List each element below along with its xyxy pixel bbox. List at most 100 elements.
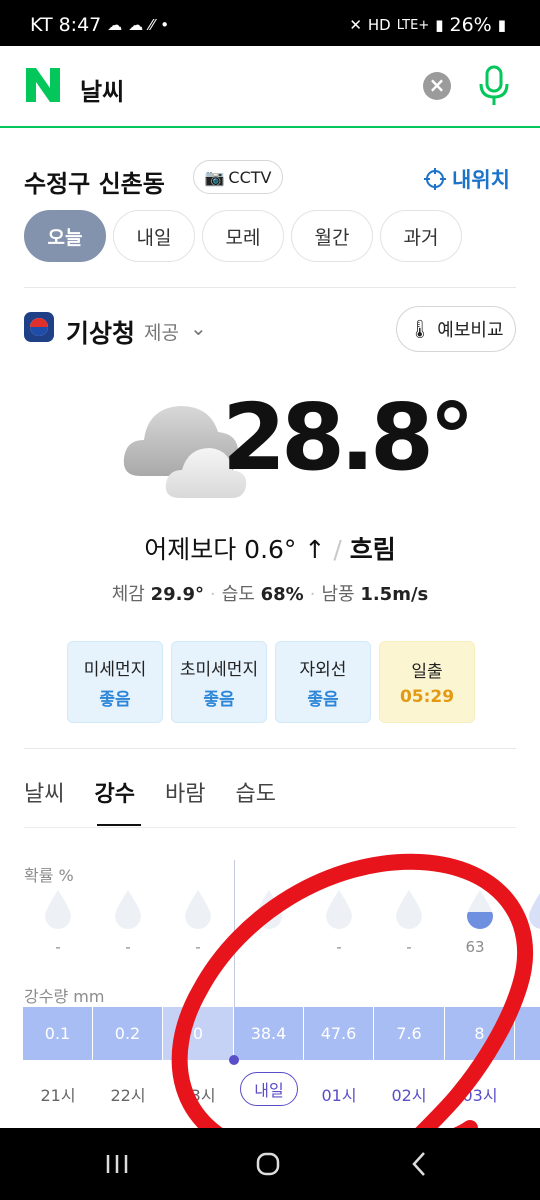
weather-summary: 어제보다 0.6° ↑ / 흐림 [144, 535, 396, 564]
card-value: 좋음 [203, 689, 235, 710]
thermometer-icon: 🌡 [408, 318, 432, 340]
status-bar: KT 8:47 ☁ ☁ ⁄⁄ • ✕ HD LTE+ ▮ 26% ▮ [0, 0, 540, 46]
raindrop-icon [529, 893, 540, 929]
time-label: 02시 [391, 1086, 427, 1105]
current-time-marker [229, 1055, 239, 1065]
weather-icon: ☁ [128, 16, 144, 34]
tab-weather[interactable]: 날씨 [24, 776, 64, 808]
prob-value: - [336, 938, 342, 956]
probability-label: 확률 % [24, 866, 74, 885]
network-label: LTE+ [396, 17, 430, 33]
card-value: 05:29 [399, 687, 455, 707]
current-temperature: 28.8° [222, 384, 475, 491]
tomorrow-pill: 내일 [240, 1072, 298, 1106]
carrier-label: KT [30, 14, 53, 36]
card-label: 일출 [411, 662, 443, 682]
search-header: 날씨 × [0, 46, 540, 128]
uv-card[interactable]: 자외선 좋음 [275, 641, 371, 723]
precip-bar: 0.1 [23, 1007, 92, 1060]
feels-like-label: 체감 [111, 584, 145, 605]
back-button[interactable] [394, 1146, 444, 1182]
raindrop-icon [45, 890, 71, 929]
cctv-button[interactable]: 📷 CCTV [193, 160, 283, 194]
tab-monthly[interactable]: 월간 [291, 210, 373, 262]
tab-today[interactable]: 오늘 [24, 210, 106, 262]
amount-label: 강수량 mm [24, 987, 105, 1006]
rain-icon: ⁄⁄ [149, 16, 155, 34]
sunrise-card[interactable]: 일출 05:29 [379, 641, 475, 723]
active-tab-indicator [97, 824, 141, 826]
tab-precipitation[interactable]: 강수 [94, 776, 134, 808]
time-label: 21시 [40, 1086, 76, 1105]
time-label: 03시 [462, 1086, 498, 1105]
mic-icon[interactable] [476, 64, 512, 108]
search-input[interactable]: 날씨 [80, 72, 124, 107]
fine-dust-card[interactable]: 미세먼지 좋음 [67, 641, 163, 723]
air-quality-cards: 미세먼지 좋음 초미세먼지 좋음 자외선 좋음 일출 05:29 [67, 641, 475, 723]
forecast-compare-label: 예보비교 [437, 320, 504, 341]
kma-logo-icon [24, 312, 54, 342]
my-location-button[interactable]: 내위치 [424, 164, 510, 194]
prob-value: 6 [520, 938, 530, 956]
recent-apps-icon [106, 1155, 128, 1173]
weather-details: 체감 29.9° · 습도 68% · 남풍 1.5m/s [111, 584, 429, 605]
humidity-value: 68% [260, 584, 304, 605]
forecast-compare-button[interactable]: 🌡 예보비교 [396, 306, 516, 352]
precip-bar: 7.6 [374, 1007, 444, 1060]
prob-value: - [195, 938, 201, 956]
raindrop-icon [326, 890, 352, 929]
home-button[interactable] [243, 1146, 293, 1182]
wind-label: 남풍 [321, 584, 355, 605]
precip-bar: 0 [163, 1007, 233, 1060]
card-label: 초미세먼지 [179, 659, 259, 680]
section-tabs: 날씨 강수 바람 습도 [24, 776, 276, 808]
tab-tomorrow[interactable]: 내일 [113, 210, 195, 262]
prob-value: - [125, 938, 131, 956]
prob-value: - [406, 938, 412, 956]
humidity-label: 습도 [221, 584, 255, 605]
precip-bar: 47.6 [304, 1007, 373, 1060]
time-label: 01시 [321, 1086, 357, 1105]
back-icon [412, 1152, 425, 1176]
navigation-bar [0, 1128, 540, 1200]
location-title: 수정구 신촌동 [24, 170, 165, 198]
card-label: 미세먼지 [83, 659, 147, 680]
card-value: 좋음 [99, 689, 131, 710]
my-location-label: 내위치 [452, 168, 510, 192]
provider-suffix: 제공 [144, 322, 179, 344]
hd-icon: HD [367, 16, 391, 34]
tab-humidity[interactable]: 습도 [235, 776, 275, 808]
clear-search-button[interactable]: × [423, 72, 451, 100]
yesterday-compare: 어제보다 0.6° ↑ [144, 535, 326, 564]
camera-icon: 📷 [204, 167, 225, 187]
weather-condition: 흐림 [349, 535, 396, 564]
tab-day-after[interactable]: 모레 [202, 210, 284, 262]
signal-icon: ▮ [435, 16, 444, 34]
time-label: 22시 [110, 1086, 146, 1105]
time-label: 23시 [180, 1086, 216, 1105]
naver-logo-icon[interactable] [24, 66, 62, 104]
prob-value: 63 [465, 938, 485, 956]
chevron-down-icon[interactable]: ⌄ [190, 316, 207, 340]
tab-wind[interactable]: 바람 [165, 776, 205, 808]
feels-like-value: 29.9° [150, 584, 205, 605]
card-value: 좋음 [307, 689, 339, 710]
card-label: 자외선 [299, 659, 347, 680]
recent-apps-button[interactable] [92, 1146, 142, 1182]
clock: 8:47 [58, 14, 102, 36]
cctv-label: CCTV [228, 167, 272, 187]
raindrop-icon [256, 890, 282, 929]
precip-bar: 38.4 [234, 1007, 303, 1060]
notification-dot-icon: • [160, 16, 170, 34]
home-icon [256, 1152, 280, 1176]
ultrafine-dust-card[interactable]: 초미세먼지 좋음 [171, 641, 267, 723]
divider [24, 748, 516, 749]
provider-name[interactable]: 기상청 [66, 314, 135, 350]
raindrop-icon [185, 890, 211, 929]
prob-value: - [55, 938, 61, 956]
precip-bar [515, 1007, 540, 1060]
raindrop-filled-icon [467, 890, 493, 929]
wind-value: 1.5m/s [360, 584, 429, 605]
battery-icon: ▮ [497, 16, 506, 34]
tab-past[interactable]: 과거 [380, 210, 462, 262]
